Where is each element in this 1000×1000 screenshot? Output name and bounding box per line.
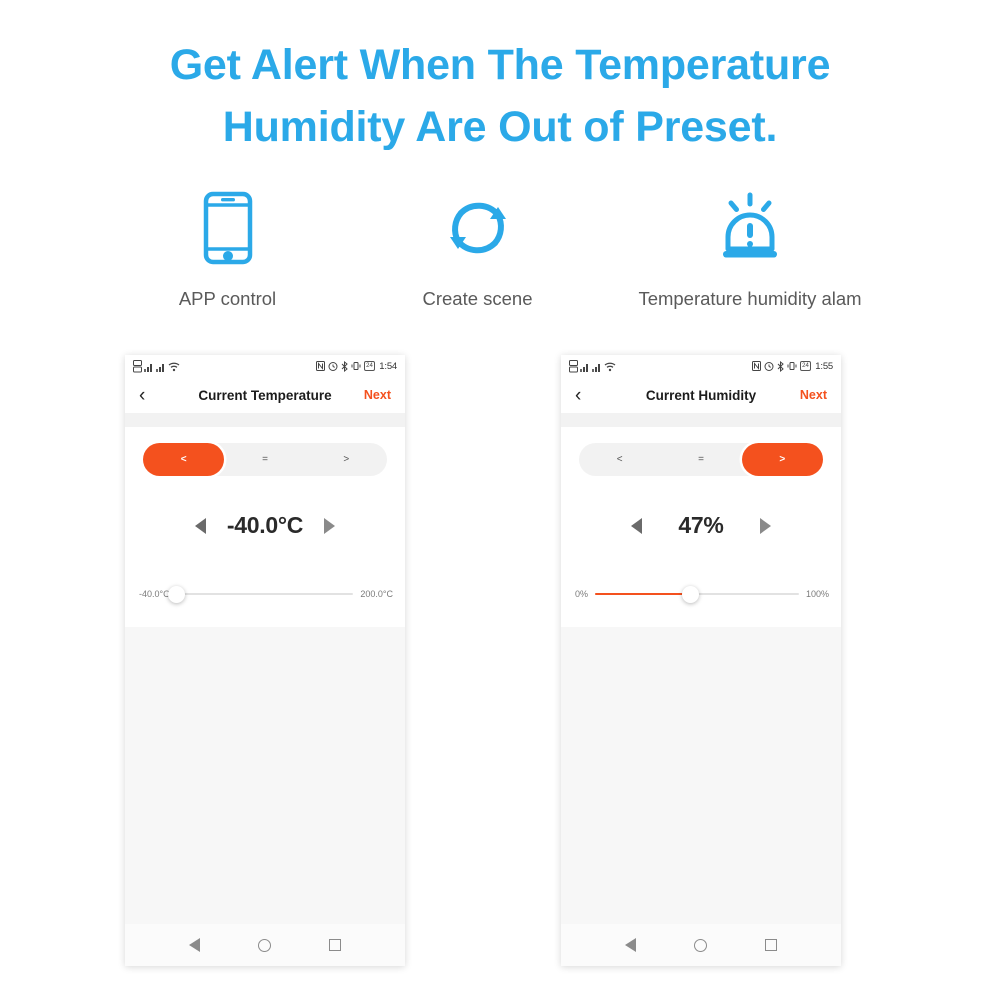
increment-arrow-icon[interactable] [324,517,335,534]
vibrate-icon [787,362,797,370]
android-nav-bar [125,924,405,966]
status-bar: 24 1:54 [125,355,405,377]
android-nav-bar [561,924,841,966]
page-title: Get Alert When The Temperature Humidity … [0,34,1000,158]
alarm-clock-icon [764,362,774,371]
bluetooth-icon [341,360,348,372]
home-circle-icon[interactable] [258,938,271,952]
slider-thumb[interactable] [168,585,186,603]
settings-card: < = > -40.0°C -40.0°C 200.0°C [125,427,405,627]
battery-indicator: 24 [799,361,812,371]
comparison-segmented-control: < = > [579,443,823,476]
vibrate-icon [351,362,361,370]
bluetooth-icon [777,360,784,372]
phone-screenshot-temperature: 24 1:54 ‹ Current Temperature Next < = >… [125,355,405,966]
next-button[interactable]: Next [800,388,827,402]
back-triangle-icon[interactable] [189,938,200,952]
segment-greater-than[interactable]: > [306,443,387,476]
decrement-arrow-icon[interactable] [195,517,206,534]
decrement-arrow-icon[interactable] [631,517,642,534]
segment-equal[interactable]: = [660,443,741,476]
wifi-icon [604,362,616,371]
home-circle-icon[interactable] [694,938,707,952]
headline-line-2: Humidity Are Out of Preset. [222,103,778,151]
slider-max-label: 100% [805,589,829,599]
refresh-sync-icon [443,190,513,266]
feature-row: APP control Create scene Temperature hum… [100,190,900,310]
comparison-segmented-control: < = > [143,443,387,476]
settings-card: < = > 47% 0% 100% [561,427,841,627]
slider-min-label: -40.0°C [139,589,170,599]
feature-label: Create scene [422,288,533,309]
back-button[interactable]: ‹ [139,386,145,405]
slider-min-label: 0% [575,589,589,599]
headline-line-1: Get Alert When The Temperature [169,41,831,89]
segment-less-than[interactable]: < [579,443,660,476]
slider-thumb[interactable] [682,585,700,603]
segment-greater-than[interactable]: > [741,443,823,476]
signal1-icon [580,363,588,372]
segment-less-than[interactable]: < [143,443,225,476]
back-button[interactable]: ‹ [575,386,581,405]
wifi-icon [168,362,180,371]
promo-page: Get Alert When The Temperature Humidity … [0,0,1000,1000]
status-bar-clock: 1:55 [815,360,833,372]
next-button[interactable]: Next [364,388,391,402]
signal2-icon [592,363,600,372]
nfc-icon [315,361,325,371]
increment-arrow-icon[interactable] [760,517,771,534]
recents-square-icon[interactable] [765,939,777,951]
slider-track[interactable] [168,585,354,603]
phone-icon [203,190,253,266]
alarm-clock-icon [328,362,338,371]
feature-label: Temperature humidity alam [638,288,862,309]
status-bar-clock: 1:54 [379,360,397,372]
feature-label: APP control [178,288,277,309]
slider-fill [595,593,691,595]
status-bar: 24 1:55 [561,355,841,377]
current-value: -40.0°C [226,512,304,538]
card-bottom-padding [561,609,841,627]
app-header: ‹ Current Temperature Next [125,377,405,413]
feature-temp-humidity-alarm: Temperature humidity alam [600,190,900,310]
status-bar-right-icons: 24 1:54 [315,360,397,372]
header-divider [561,413,841,427]
value-stepper: 47% [561,512,841,539]
back-triangle-icon[interactable] [625,938,636,952]
slider-track[interactable] [595,585,799,603]
feature-app-control: APP control [100,190,355,310]
segment-equal[interactable]: = [224,443,305,476]
signal2-icon [156,363,164,372]
phone-screenshot-humidity: 24 1:55 ‹ Current Humidity Next < = > 47… [561,355,841,966]
status-bar-left-icons [569,359,616,373]
signal1-icon [144,363,152,372]
value-stepper: -40.0°C [125,512,405,539]
value-slider-row: -40.0°C 200.0°C [125,579,405,609]
sim1-icon [569,359,578,372]
card-bottom-padding [125,609,405,627]
value-slider-row: 0% 100% [561,579,841,609]
header-divider [125,413,405,427]
battery-indicator: 24 [363,361,376,371]
status-bar-right-icons: 24 1:55 [751,360,833,372]
app-header: ‹ Current Humidity Next [561,377,841,413]
recents-square-icon[interactable] [329,939,341,951]
feature-create-scene: Create scene [355,190,600,310]
slider-max-label: 200.0°C [360,589,393,599]
nfc-icon [751,361,761,371]
current-value: 47% [678,512,724,538]
sim1-icon [133,359,142,372]
alarm-siren-icon [717,190,783,266]
status-bar-left-icons [133,359,180,373]
